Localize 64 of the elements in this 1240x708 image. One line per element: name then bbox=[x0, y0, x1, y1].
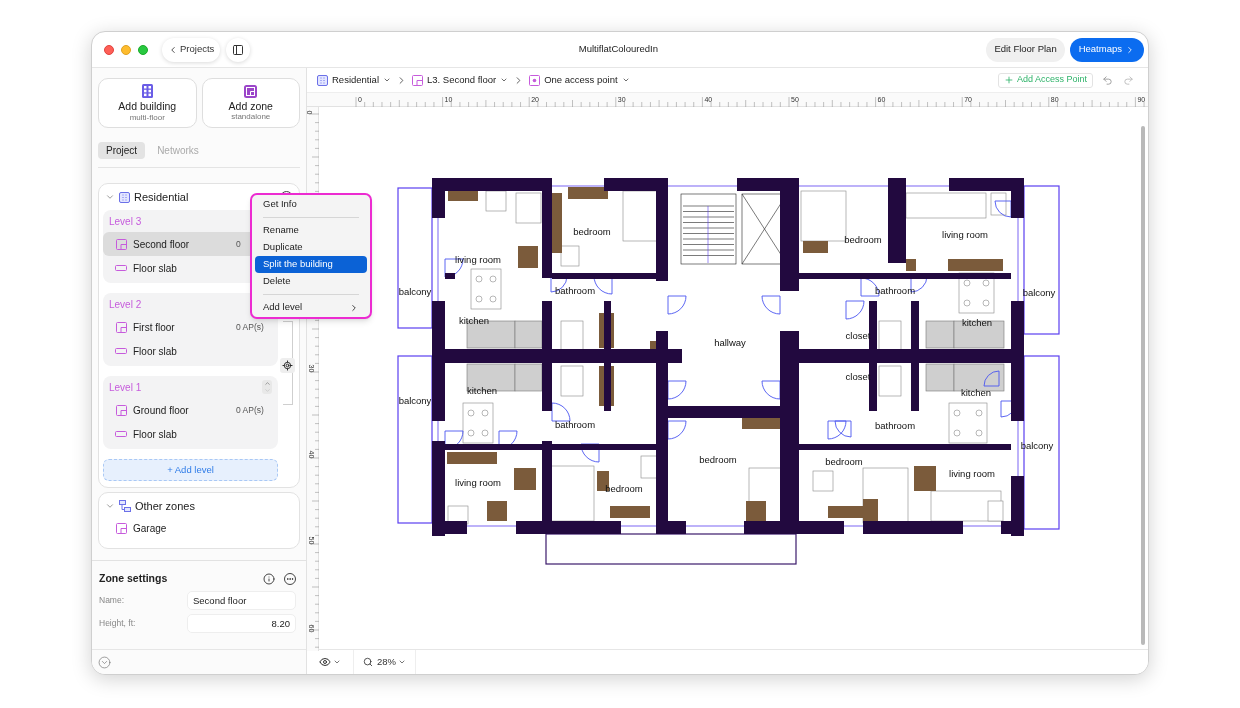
ap-count: 0 AP(s) bbox=[236, 320, 264, 334]
zone-row[interactable]: Floor slab bbox=[103, 339, 278, 363]
zone-name: Garage bbox=[133, 521, 167, 536]
room-label: balcony bbox=[398, 396, 432, 406]
ap-count: 0 AP(s) bbox=[236, 403, 264, 417]
room-label: kitchen bbox=[960, 388, 992, 398]
menu-item[interactable]: Add level bbox=[255, 299, 367, 316]
edit-floor-plan-button[interactable]: Edit Floor Plan bbox=[986, 37, 1065, 62]
room-label: bedroom bbox=[825, 457, 863, 467]
zone-name: Ground floor bbox=[133, 403, 189, 418]
zone-row[interactable]: Ground floor 0 AP(s) bbox=[103, 398, 278, 422]
zone-row[interactable]: Floor slab bbox=[103, 422, 278, 446]
room-label: bathroom bbox=[874, 421, 916, 431]
room-label: living room bbox=[942, 230, 988, 240]
zone-row[interactable]: First floor 0 AP(s) bbox=[103, 315, 278, 339]
room-label: bedroom bbox=[844, 235, 882, 245]
breadcrumb[interactable]: L3. Second floor bbox=[412, 72, 509, 88]
room-label: living room bbox=[949, 469, 995, 479]
room-label: hallway bbox=[714, 338, 746, 348]
zone-name: First floor bbox=[133, 320, 175, 335]
group-name[interactable]: Other zones bbox=[135, 497, 195, 515]
add-card[interactable]: Add zone standalone bbox=[201, 78, 300, 128]
heatmaps-button[interactable]: Heatmaps bbox=[1069, 37, 1144, 62]
zone-name: Second floor bbox=[133, 237, 190, 252]
room-label: balcony bbox=[1022, 288, 1056, 298]
room-label: bathroom bbox=[554, 420, 596, 430]
room-label: living room bbox=[455, 255, 501, 265]
building-name[interactable]: Residential bbox=[134, 188, 189, 206]
breadcrumb[interactable]: One access point bbox=[529, 72, 630, 88]
zone-name: Floor slab bbox=[133, 427, 177, 442]
window-title: MultiflatColouredIn bbox=[578, 42, 658, 57]
ap-count: 0 bbox=[236, 237, 241, 251]
card-subtitle: standalone bbox=[231, 113, 271, 122]
room-label: balcony bbox=[398, 287, 432, 297]
tab[interactable]: Project bbox=[98, 142, 146, 159]
menu-item[interactable]: Split the building bbox=[255, 256, 367, 273]
room-label: bedroom bbox=[573, 227, 611, 237]
room-label: balcony bbox=[1020, 441, 1054, 451]
room-label: living room bbox=[455, 478, 501, 488]
menu-item[interactable]: Get Info bbox=[255, 196, 367, 213]
card-title: Add building bbox=[118, 101, 177, 112]
text-field[interactable]: 8.20 bbox=[187, 613, 296, 633]
field-label: Name: bbox=[99, 593, 126, 607]
room-label: kitchen bbox=[466, 386, 498, 396]
room-label: kitchen bbox=[961, 318, 993, 328]
room-label: bedroom bbox=[605, 484, 643, 494]
breadcrumb[interactable]: Residential bbox=[317, 72, 391, 88]
text-field[interactable]: Second floor bbox=[187, 590, 296, 610]
card-title: Add zone bbox=[228, 100, 273, 112]
add-card[interactable]: Add building multi-floor bbox=[98, 78, 197, 128]
field-label: Height, ft: bbox=[99, 616, 137, 630]
zoom-button[interactable]: 28% bbox=[354, 650, 416, 674]
add-level-button[interactable]: + Add level bbox=[103, 459, 278, 481]
menu-item[interactable]: Delete bbox=[255, 273, 367, 290]
section-title: Zone settings bbox=[99, 571, 168, 586]
room-label: bedroom bbox=[699, 455, 737, 465]
back-button[interactable]: Projects bbox=[162, 37, 221, 62]
zone-name: Floor slab bbox=[133, 261, 177, 276]
room-label: bathroom bbox=[874, 286, 916, 296]
zone-row[interactable]: Garage bbox=[103, 516, 295, 540]
room-label: kitchen bbox=[458, 316, 490, 326]
room-label: bathroom bbox=[554, 286, 596, 296]
zone-name: Floor slab bbox=[133, 344, 177, 359]
card-subtitle: multi-floor bbox=[129, 113, 165, 122]
